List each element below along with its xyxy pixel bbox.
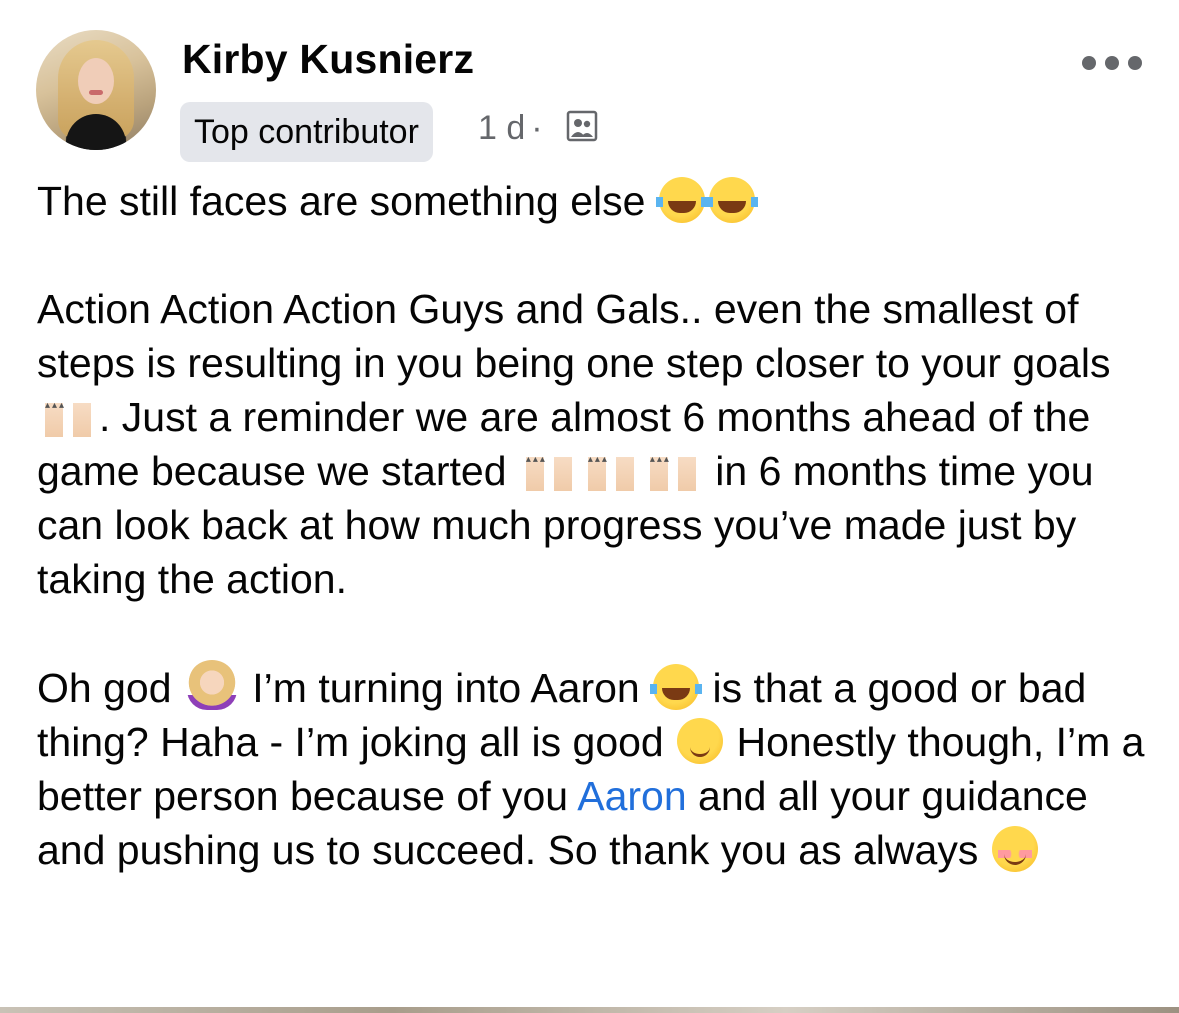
person-facepalming-icon <box>186 660 237 710</box>
post-text-line-1: The still faces are something else <box>37 178 646 224</box>
smiling-face-icon <box>991 826 1038 872</box>
group-audience-icon[interactable] <box>566 110 598 142</box>
post-paragraph-2: Action Action Action Guys and Gals.. eve… <box>37 282 1152 606</box>
face-with-tears-of-joy-icon <box>655 177 708 223</box>
raising-hands-icon <box>39 379 97 439</box>
post-body: The still faces are something else Actio… <box>37 174 1152 877</box>
author-name[interactable]: Kirby Kusnierz <box>182 36 474 83</box>
post-timestamp[interactable]: 1 d <box>478 109 525 147</box>
post-paragraph-3: Oh god I’m turning into Aaron is that a … <box>37 660 1152 877</box>
facebook-comment-post: Kirby Kusnierz Top contributor 1 d · The … <box>0 0 1179 1013</box>
more-dot-3 <box>1128 56 1142 70</box>
face-with-tears-of-joy-icon <box>650 664 703 710</box>
more-dot-1 <box>1082 56 1096 70</box>
next-content-strip <box>0 1007 1179 1013</box>
raising-hands-icon <box>643 433 702 493</box>
meta-separator: · <box>531 109 543 147</box>
top-contributor-badge[interactable]: Top contributor <box>180 102 433 162</box>
post-text-3a: Oh god <box>37 665 183 711</box>
avatar-face <box>78 58 114 104</box>
face-with-tears-of-joy-icon <box>705 177 758 223</box>
post-paragraph-1: The still faces are something else <box>37 174 1152 228</box>
post-meta: 1 d · <box>478 106 549 150</box>
mention-link-aaron[interactable]: Aaron <box>577 773 686 819</box>
more-options-icon[interactable] <box>1082 48 1142 78</box>
more-dot-2 <box>1105 56 1119 70</box>
author-avatar[interactable] <box>36 30 156 150</box>
post-text-2a: Action Action Action Guys and Gals.. eve… <box>37 286 1111 386</box>
avatar-lips <box>89 90 103 95</box>
post-text-3b: I’m turning into Aaron <box>240 665 652 711</box>
winking-face-icon <box>677 718 724 764</box>
raising-hands-icon <box>581 433 640 493</box>
raising-hands-icon <box>519 433 578 493</box>
